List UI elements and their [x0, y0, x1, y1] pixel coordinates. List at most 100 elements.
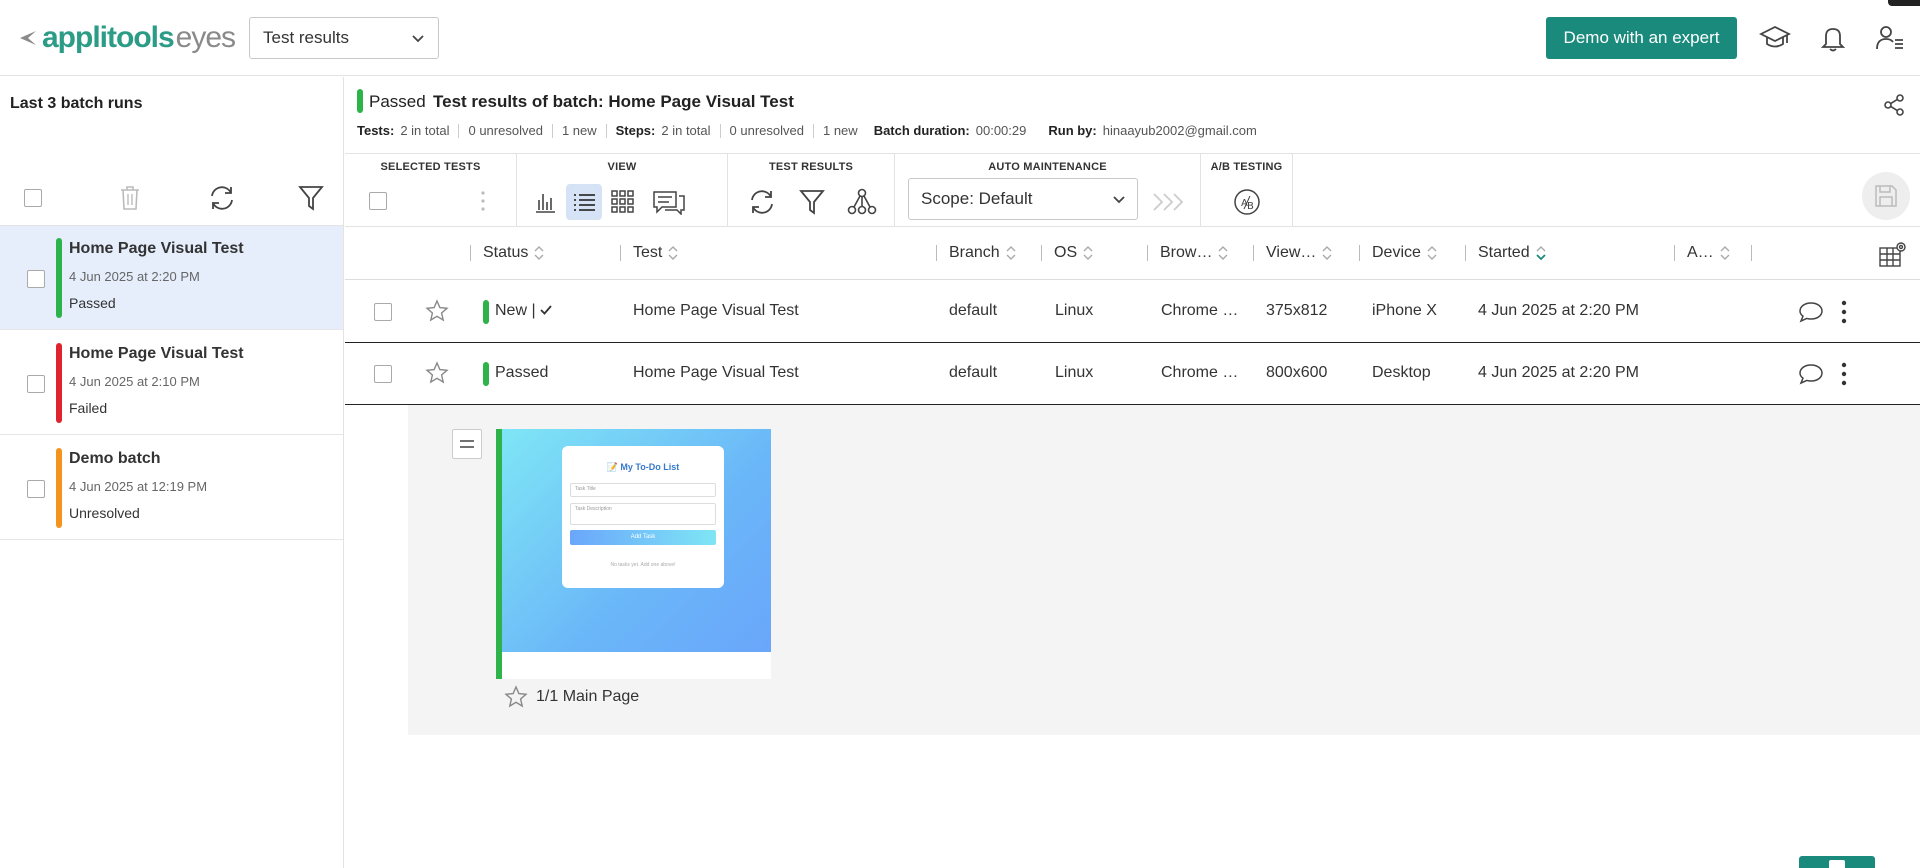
column-viewport[interactable]: View… [1253, 244, 1332, 262]
sidebar-title: Last 3 batch runs [10, 95, 143, 112]
row-branch: default [949, 364, 998, 381]
grid-view-button[interactable] [605, 184, 641, 220]
sort-icon [1322, 246, 1332, 260]
column-a[interactable]: A… [1674, 244, 1730, 262]
runby-value: hinaayub2002@gmail.com [1102, 123, 1257, 138]
sort-icon [1218, 246, 1228, 260]
chart-view-button[interactable] [527, 184, 563, 220]
more-vertical-icon[interactable] [480, 190, 486, 212]
row-status-label: New | [495, 302, 536, 319]
row-started: 4 Jun 2025 at 2:20 PM [1478, 302, 1639, 319]
refresh-results-button[interactable] [744, 184, 780, 220]
batch-date: 4 Jun 2025 at 12:19 PM [69, 479, 208, 494]
star-icon[interactable] [504, 685, 528, 709]
batch-status: Unresolved [69, 505, 140, 521]
graduation-cap-icon[interactable] [1759, 22, 1791, 54]
table-row[interactable]: Passed Home Page Visual Test default Lin… [345, 343, 1920, 405]
logo-sub-text: eyes [175, 21, 236, 54]
chevron-down-icon [1113, 196, 1125, 204]
column-label: Device [1372, 244, 1421, 261]
batch-sidebar: Last 3 batch runs Home Page Visual Test … [0, 77, 344, 868]
corner-tab [1888, 0, 1920, 6]
more-vertical-icon[interactable] [1840, 299, 1848, 325]
batch-item[interactable]: Home Page Visual Test 4 Jun 2025 at 2:20… [0, 226, 343, 330]
row-device: iPhone X [1372, 302, 1437, 319]
column-label: View… [1266, 244, 1317, 261]
column-test[interactable]: Test [620, 244, 678, 262]
step-thumbnail[interactable]: 📝 My To-Do List Task Title Task Descript… [496, 429, 771, 679]
apply-maintenance-icon[interactable] [1152, 190, 1188, 214]
share-icon[interactable] [1882, 93, 1906, 117]
batch-status-label: Passed [369, 92, 426, 111]
row-test[interactable]: Home Page Visual Test [633, 364, 799, 382]
user-menu-icon[interactable] [1873, 22, 1905, 54]
column-os[interactable]: OS [1041, 244, 1093, 262]
column-label: Test [633, 244, 663, 261]
column-branch[interactable]: Branch [936, 244, 1016, 262]
column-started[interactable]: Started [1465, 244, 1546, 262]
bar-chart-icon [536, 194, 555, 213]
row-browser: Chrome … [1161, 364, 1239, 381]
auto-maintenance-label: AUTO MAINTENANCE [988, 161, 1107, 173]
star-icon[interactable] [425, 361, 449, 385]
column-settings-icon[interactable] [1878, 240, 1908, 268]
column-browser[interactable]: Brow… [1147, 244, 1228, 262]
logo-main-text: applitools [42, 21, 175, 54]
ab-testing-button[interactable]: AB [1229, 184, 1265, 220]
select-all-batches-checkbox[interactable] [24, 189, 42, 207]
selected-tests-label: SELECTED TESTS [380, 161, 481, 173]
delete-icon[interactable] [118, 185, 142, 211]
column-label: Branch [949, 244, 1000, 261]
screenshot-card: 📝 My To-Do List Task Title Task Descript… [562, 446, 724, 588]
filter-icon[interactable] [298, 184, 324, 212]
batch-checkbox[interactable] [27, 375, 45, 393]
save-button[interactable] [1862, 172, 1910, 220]
row-checkbox[interactable] [374, 303, 392, 321]
view-select[interactable]: Test results [249, 17, 439, 59]
screenshot-image: 📝 My To-Do List Task Title Task Descript… [502, 429, 771, 652]
svg-text:B: B [1247, 201, 1254, 212]
comments-icon [653, 191, 685, 215]
filter-results-button[interactable] [794, 184, 830, 220]
select-all-tests-checkbox[interactable] [369, 192, 387, 210]
row-os: Linux [1055, 302, 1094, 319]
ab-icon: AB [1234, 189, 1260, 215]
list-view-button[interactable] [566, 184, 602, 220]
batch-checkbox[interactable] [27, 480, 45, 498]
applitools-logo[interactable]: applitools eyes [18, 20, 236, 56]
batch-checkbox[interactable] [27, 270, 45, 288]
column-device[interactable]: Device [1359, 244, 1437, 262]
batch-header: Passed Test results of batch: Home Page … [345, 77, 1920, 153]
batch-status: Passed [69, 295, 116, 311]
batch-item[interactable]: Home Page Visual Test 4 Jun 2025 at 2:10… [0, 331, 343, 435]
view-group: VIEW [517, 154, 728, 228]
bell-icon[interactable] [1817, 22, 1849, 54]
steps-unresolved: 0 unresolved [729, 123, 804, 138]
sort-icon [534, 246, 544, 260]
step-menu-button[interactable] [452, 429, 482, 459]
comment-icon[interactable] [1798, 362, 1824, 386]
refresh-icon[interactable] [208, 184, 236, 212]
sort-icon [1083, 246, 1093, 260]
star-icon[interactable] [425, 299, 449, 323]
screenshot-empty-text: No tasks yet. Add one above! [610, 562, 676, 568]
comments-view-button[interactable] [648, 184, 690, 220]
column-status[interactable]: Status [470, 244, 544, 262]
row-checkbox[interactable] [374, 365, 392, 383]
grid-icon [611, 190, 634, 213]
duration-label: Batch duration: [873, 123, 970, 138]
bottom-feedback-tab[interactable] [1799, 856, 1875, 868]
demo-with-expert-button[interactable]: Demo with an expert [1546, 17, 1737, 59]
row-status: New | [495, 302, 552, 320]
row-test[interactable]: Home Page Visual Test [633, 302, 799, 320]
scope-select[interactable]: Scope: Default [908, 178, 1138, 220]
view-select-value: Test results [263, 28, 349, 47]
batch-item[interactable]: Demo batch 4 Jun 2025 at 12:19 PM Unreso… [0, 436, 343, 540]
more-vertical-icon[interactable] [1840, 361, 1848, 387]
sort-desc-icon [1535, 246, 1546, 261]
group-results-button[interactable] [844, 184, 880, 220]
batch-stats: Tests: 2 in total 0 unresolved 1 new Ste… [357, 123, 1257, 138]
steps-total: 2 in total [661, 123, 711, 138]
table-row[interactable]: New | Home Page Visual Test default Linu… [345, 281, 1920, 343]
comment-icon[interactable] [1798, 300, 1824, 324]
